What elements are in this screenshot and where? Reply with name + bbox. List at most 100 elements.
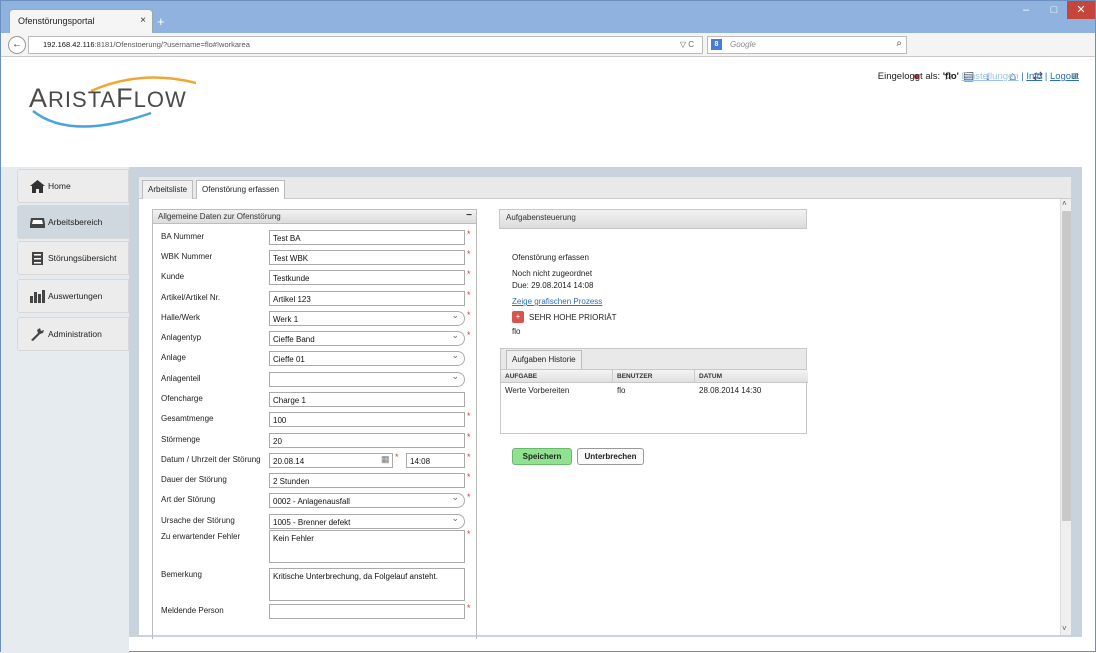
form-panel-header: Allgemeine Daten zur Ofenstörung − <box>153 210 476 224</box>
select-field[interactable]: 0002 - Anlagenausfall <box>269 492 465 508</box>
form-row: Anlagenteil <box>161 371 471 388</box>
tab-arbeitsliste[interactable]: Arbeitsliste <box>142 180 194 199</box>
search-input[interactable]: 8 Google ⌕ <box>707 36 907 54</box>
scroll-up-icon[interactable]: ˄ <box>1062 199 1067 208</box>
home-icon <box>30 180 45 193</box>
collapse-icon[interactable]: − <box>466 210 472 221</box>
scrollbar[interactable]: ˄ ˅ <box>1060 199 1071 635</box>
history-header-date[interactable]: DATUM <box>695 370 808 383</box>
field-label: BA Nummer <box>161 232 205 241</box>
sidebar-item-administration[interactable]: Administration <box>17 317 129 351</box>
field-label: Zu erwartender Fehler <box>161 532 241 541</box>
due-date: Due: 29.08.2014 14:08 <box>512 281 594 290</box>
history-cell: flo <box>617 386 626 395</box>
close-button[interactable]: ✕ <box>1067 1 1095 19</box>
select-field[interactable]: 1005 - Brenner defekt <box>269 513 465 529</box>
history-header-task[interactable]: AUFGABE <box>501 370 613 383</box>
sidebar-item-label: Auswertungen <box>48 291 103 301</box>
text-field[interactable] <box>269 604 465 619</box>
text-field[interactable]: Testkunde <box>269 270 465 285</box>
maximize-button[interactable]: □ <box>1041 1 1067 19</box>
sidebar-item-home[interactable]: Home <box>17 169 129 203</box>
interrupt-button[interactable]: Unterbrechen <box>577 448 644 465</box>
browser-tab[interactable]: Ofenstörungsportal × <box>9 9 153 33</box>
search-engine-icon[interactable]: 8 <box>711 39 722 50</box>
new-tab-icon[interactable]: + <box>157 14 165 29</box>
field-label: Dauer der Störung <box>161 475 227 484</box>
save-button[interactable]: Speichern <box>512 448 572 465</box>
main-area: Arbeitsliste Ofenstörung erfassen Allgem… <box>129 167 1082 639</box>
text-field[interactable]: Artikel 123 <box>269 291 465 306</box>
date-input[interactable]: 20.08.14 <box>269 453 393 468</box>
form-row: Dauer der Störung 2 Stunden * <box>161 472 471 489</box>
sidebar-item-arbeitsbereich[interactable]: Arbeitsbereich <box>17 205 129 239</box>
info-link[interactable]: Info <box>1026 71 1042 82</box>
select-field[interactable]: Cieffe 01 <box>269 350 465 366</box>
sidebar-item-label: Arbeitsbereich <box>48 217 103 227</box>
browser-window: Ofenstörungsportal × + – □ ✕ ← 192.168.4… <box>0 0 1096 653</box>
field-label: Halle/Werk <box>161 313 200 322</box>
select-field[interactable] <box>269 371 465 387</box>
process-link[interactable]: Zeige grafischen Prozess <box>512 297 602 306</box>
text-field[interactable]: 2 Stunden <box>269 473 465 488</box>
text-field[interactable]: Test WBK <box>269 250 465 265</box>
text-field[interactable]: Charge 1 <box>269 392 465 407</box>
navigation-bar: ← 192.168.42.116:8181/Ofenstoerung/?user… <box>1 33 1095 83</box>
wrench-icon <box>31 328 44 341</box>
tab-title: Ofenstörungsportal <box>18 16 95 26</box>
sidebar-item-label: Administration <box>48 329 102 339</box>
sidebar-item-auswertungen[interactable]: Auswertungen <box>17 279 129 313</box>
reload-icon[interactable]: ▽ C <box>680 40 694 49</box>
calendar-icon[interactable]: ▦ <box>381 454 390 465</box>
field-label: Anlagentyp <box>161 333 202 342</box>
back-icon[interactable]: ← <box>8 36 26 54</box>
tab-close-icon[interactable]: × <box>140 15 146 26</box>
required-marker: * <box>395 452 399 462</box>
priority-label: SEHR HOHE PRIORIÄT <box>529 313 617 322</box>
minimize-button[interactable]: – <box>1013 1 1039 19</box>
tab-bar: Arbeitsliste Ofenstörung erfassen <box>139 177 1071 199</box>
required-marker: * <box>467 529 471 539</box>
required-marker: * <box>467 432 471 442</box>
field-label: Artikel/Artikel Nr. <box>161 293 221 302</box>
url-host: 192.168.42.116 <box>43 40 95 49</box>
task-name: Ofenstörung erfassen <box>512 253 589 262</box>
form-row: Art der Störung 0002 - Anlagenausfall* <box>161 492 471 509</box>
sidebar-item-label: Home <box>48 181 71 191</box>
sidebar-item-label: Störungsübersicht <box>48 253 117 263</box>
tab-ofenstoerung-erfassen[interactable]: Ofenstörung erfassen <box>196 180 285 199</box>
text-field[interactable]: 100 <box>269 412 465 427</box>
logout-link[interactable]: Logout <box>1050 71 1079 82</box>
form-row: Gesamtmenge 100 * <box>161 411 471 428</box>
settings-link[interactable]: Einstellungen <box>962 71 1019 82</box>
history-header-user[interactable]: BENUTZER <box>613 370 695 383</box>
textarea-field[interactable]: Kritische Unterbrechung, da Folgelauf an… <box>269 568 465 601</box>
form-row: Bemerkung Kritische Unterbrechung, da Fol… <box>161 568 471 601</box>
tab-history[interactable]: Aufgaben Historie <box>506 350 582 369</box>
history-panel: Aufgaben Historie AUFGABE BENUTZER DATUM… <box>500 348 808 434</box>
form-row: Halle/Werk Werk 1* <box>161 310 471 327</box>
time-input[interactable]: 14:08 <box>406 453 465 468</box>
text-field[interactable]: 20 <box>269 433 465 448</box>
form-row: Meldende Person * <box>161 603 471 620</box>
title-bar: Ofenstörungsportal × + – □ ✕ <box>1 1 1095 33</box>
form-row: BA Nummer Test BA * <box>161 229 471 246</box>
textarea-field[interactable]: Kein Fehler <box>269 530 465 563</box>
scroll-down-icon[interactable]: ˅ <box>1062 624 1067 633</box>
select-field[interactable]: Werk 1 <box>269 310 465 326</box>
sidebar: Home Arbeitsbereich Störungsübersicht Au… <box>1 167 129 653</box>
required-marker: * <box>467 472 471 482</box>
address-bar[interactable]: 192.168.42.116:8181/Ofenstoerung/?userna… <box>28 36 703 54</box>
assigned-user: flo <box>512 327 521 336</box>
text-field[interactable]: Test BA <box>269 230 465 245</box>
select-field[interactable]: Cieffe Band <box>269 330 465 346</box>
priority-icon: + <box>512 311 524 323</box>
required-marker: * <box>467 411 471 421</box>
field-label: Ofencharge <box>161 394 203 403</box>
sidebar-item-stoerungsuebersicht[interactable]: Störungsübersicht <box>17 241 129 275</box>
form-row: Zu erwartender Fehler Kein Fehler * <box>161 529 471 563</box>
search-icon[interactable]: ⌕ <box>896 38 902 49</box>
scroll-thumb[interactable] <box>1062 211 1071 521</box>
required-marker: * <box>467 452 471 462</box>
username: 'flo' <box>942 71 959 82</box>
